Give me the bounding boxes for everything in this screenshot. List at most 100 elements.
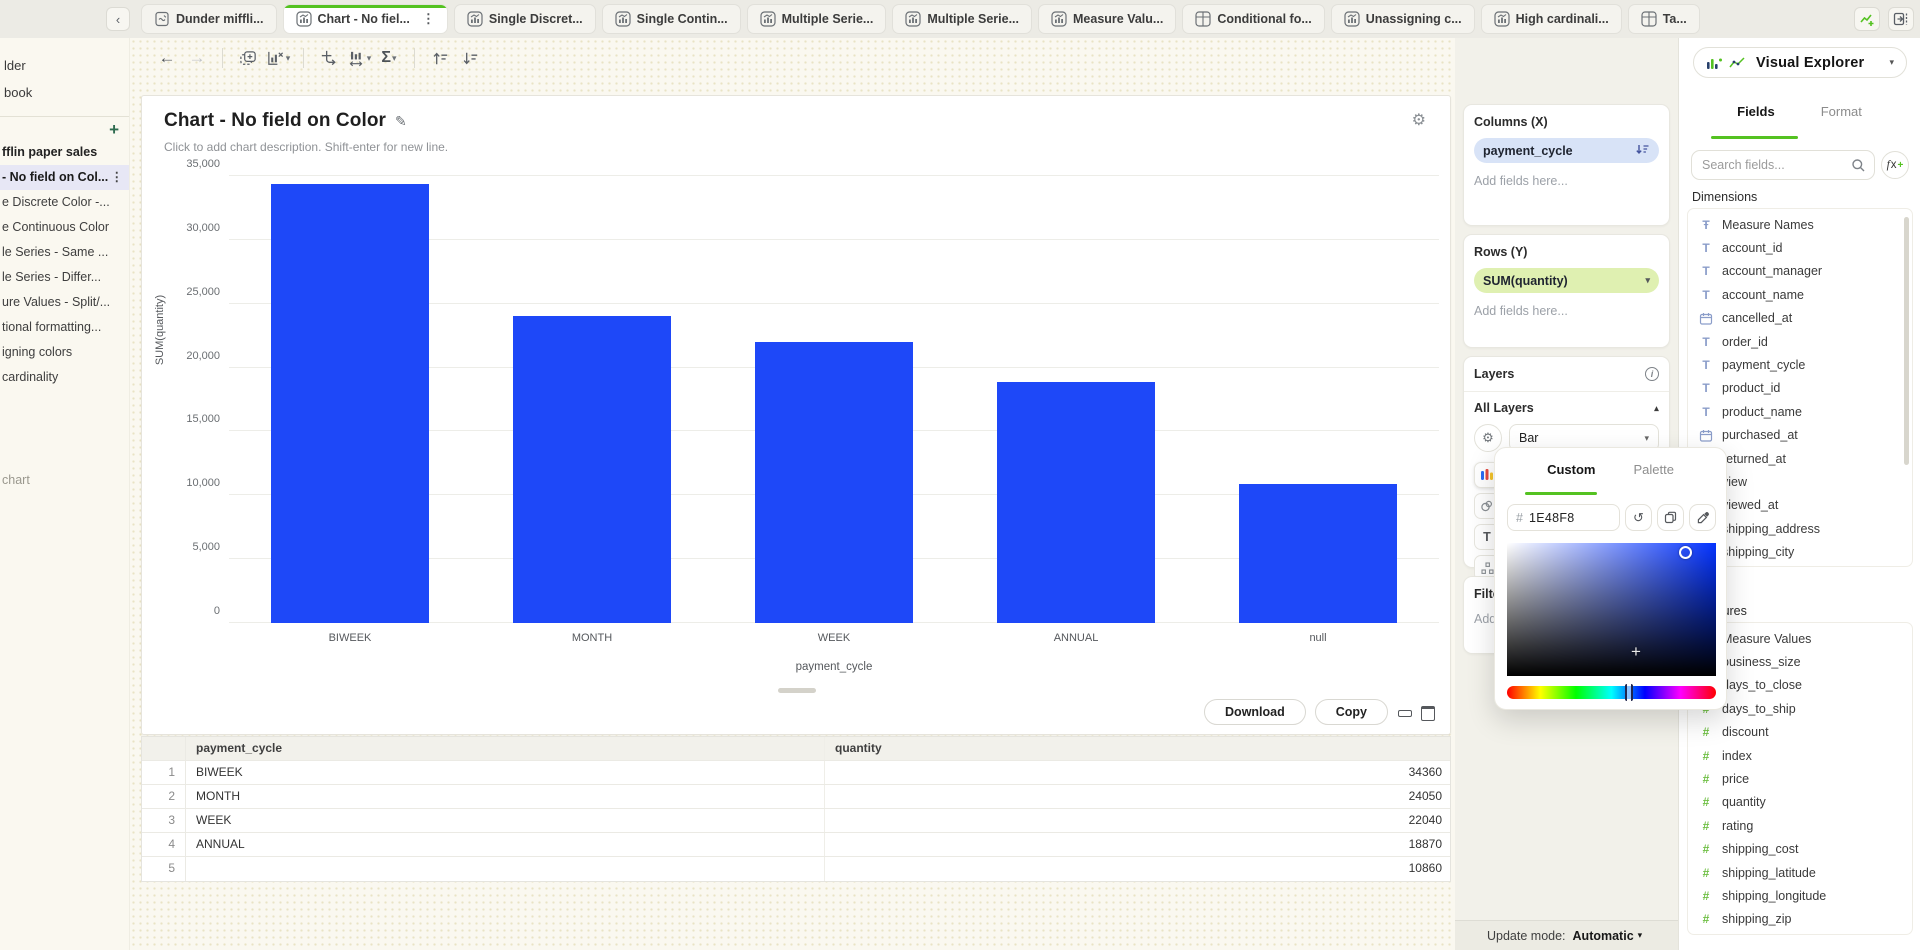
hue-slider-handle[interactable] xyxy=(1625,684,1633,701)
collapse-tabs-button[interactable]: ‹ xyxy=(106,7,130,31)
swap-axes-button[interactable] xyxy=(314,43,344,73)
workbook-tab[interactable]: Single Contin... xyxy=(602,4,741,34)
aggregation-button[interactable]: Σ▾ xyxy=(374,43,404,73)
field-item[interactable]: Torder_id xyxy=(1688,330,1912,353)
workbook-tab[interactable]: Conditional fo... xyxy=(1182,4,1324,34)
cell-payment-cycle[interactable]: ANNUAL xyxy=(186,833,824,856)
chart-horizontal-scrollbar[interactable] xyxy=(778,688,816,693)
back-button[interactable]: ← xyxy=(152,43,182,73)
sidebar-page-item[interactable]: igning colors xyxy=(0,340,129,365)
workbook-tab[interactable]: Unassigning c... xyxy=(1331,4,1475,34)
dropdown-caret-icon[interactable]: ▾ xyxy=(367,53,372,64)
collapse-layers-icon[interactable]: ▾ xyxy=(1654,403,1659,414)
rows-field-pill[interactable]: SUM(quantity) ▾ xyxy=(1474,268,1659,293)
table-row[interactable]: 1BIWEEK34360 xyxy=(142,761,1450,785)
sort-icon[interactable] xyxy=(1635,143,1650,159)
sidebar-page-item[interactable]: ure Values - Split/... xyxy=(0,290,129,315)
field-item[interactable]: #index xyxy=(1688,744,1912,767)
edit-title-icon[interactable]: ✎ xyxy=(395,113,407,130)
field-item[interactable]: #rating xyxy=(1688,814,1912,837)
sort-descending-button[interactable] xyxy=(455,43,485,73)
search-fields-input[interactable] xyxy=(1692,151,1874,179)
new-chart-button[interactable] xyxy=(1854,7,1880,31)
sidebar-page-item[interactable]: - No field on Col...⋮ xyxy=(0,165,129,190)
table-row[interactable]: 2MONTH24050 xyxy=(142,785,1450,809)
eyedropper-button[interactable] xyxy=(1689,504,1716,531)
sidebar-page-item[interactable]: tional formatting... xyxy=(0,315,129,340)
field-item[interactable]: #shipping_latitude xyxy=(1688,861,1912,884)
chart-description-placeholder[interactable]: Click to add chart description. Shift-en… xyxy=(164,140,448,154)
field-item[interactable]: Tpayment_cycle xyxy=(1688,353,1912,376)
color-picker-tab-custom[interactable]: Custom xyxy=(1547,462,1595,477)
minimize-icon[interactable] xyxy=(1397,706,1411,718)
workbook-tab[interactable]: Chart - No fiel...⋮ xyxy=(283,4,448,34)
tab-menu-icon[interactable]: ⋮ xyxy=(422,11,435,27)
workbook-tab[interactable]: Ta... xyxy=(1628,4,1700,34)
field-item[interactable]: Taccount_name xyxy=(1688,283,1912,306)
chart-card[interactable]: Chart - No field on Color ✎ Click to add… xyxy=(141,95,1451,735)
undo-color-button[interactable]: ↺ xyxy=(1625,504,1652,531)
field-item[interactable]: Tproduct_name xyxy=(1688,400,1912,423)
columns-add-placeholder[interactable]: Add fields here... xyxy=(1474,174,1659,188)
pill-caret-icon[interactable]: ▾ xyxy=(1645,275,1650,286)
columns-field-pill[interactable]: payment_cycle xyxy=(1474,138,1659,163)
cell-payment-cycle[interactable] xyxy=(186,857,824,881)
dimensions-scrollbar[interactable] xyxy=(1904,217,1909,465)
field-item[interactable]: Taccount_manager xyxy=(1688,260,1912,283)
cell-quantity[interactable]: 34360 xyxy=(824,761,1450,784)
toggle-panel-button[interactable] xyxy=(1888,7,1914,31)
dropdown-caret-icon[interactable]: ▾ xyxy=(392,53,397,64)
tab-fields[interactable]: Fields xyxy=(1737,104,1775,128)
copy-button[interactable]: Copy xyxy=(1315,699,1388,725)
workbook-tab[interactable]: Single Discret... xyxy=(454,4,596,34)
table-row[interactable]: 510860 xyxy=(142,857,1450,881)
column-header[interactable]: payment_cycle xyxy=(186,737,824,760)
field-item[interactable]: purchased_at xyxy=(1688,424,1912,447)
add-calculated-field-button[interactable]: fx+ xyxy=(1881,151,1909,179)
field-item[interactable]: #shipping_cost xyxy=(1688,838,1912,861)
cell-quantity[interactable]: 22040 xyxy=(824,809,1450,832)
field-item[interactable]: Taccount_id xyxy=(1688,236,1912,259)
field-item[interactable]: Tproduct_id xyxy=(1688,377,1912,400)
duplicate-element-button[interactable] xyxy=(233,43,263,73)
add-page-button[interactable]: + xyxy=(109,121,119,138)
workbook-tab[interactable]: Dunder miffli... xyxy=(141,4,277,34)
workbook-tab[interactable]: High cardinali... xyxy=(1481,4,1622,34)
dropdown-caret-icon[interactable]: ▾ xyxy=(286,53,291,64)
update-mode-value[interactable]: Automatic xyxy=(1573,929,1634,943)
tab-format[interactable]: Format xyxy=(1821,104,1862,128)
field-item[interactable]: cancelled_at xyxy=(1688,307,1912,330)
sidebar-page-item[interactable]: cardinality xyxy=(0,365,129,390)
chart-settings-gear-icon[interactable]: ⚙ xyxy=(1412,110,1426,130)
saturation-value-area[interactable]: + xyxy=(1507,543,1716,676)
hex-color-input[interactable]: # 1E48F8 xyxy=(1507,504,1620,531)
cell-payment-cycle[interactable]: WEEK xyxy=(186,809,824,832)
cell-payment-cycle[interactable]: MONTH xyxy=(186,785,824,808)
copy-color-button[interactable] xyxy=(1657,504,1684,531)
cell-quantity[interactable]: 18870 xyxy=(824,833,1450,856)
bar-width-button[interactable]: ▾ xyxy=(344,43,374,73)
layers-info-icon[interactable]: i xyxy=(1645,367,1659,381)
sidebar-link-builder[interactable]: lder xyxy=(2,52,123,79)
cell-payment-cycle[interactable]: BIWEEK xyxy=(186,761,824,784)
table-row[interactable]: 3WEEK22040 xyxy=(142,809,1450,833)
visual-explorer-selector[interactable]: Visual Explorer ▾ xyxy=(1693,47,1907,78)
maximize-icon[interactable] xyxy=(1420,706,1434,718)
field-item[interactable]: #shipping_longitude xyxy=(1688,884,1912,907)
color-selector-circle[interactable] xyxy=(1679,546,1692,559)
bar[interactable] xyxy=(513,316,671,623)
field-item[interactable]: #price xyxy=(1688,767,1912,790)
sidebar-item-chart[interactable]: chart xyxy=(2,473,30,487)
sidebar-page-item[interactable]: e Continuous Color xyxy=(0,215,129,240)
rows-add-placeholder[interactable]: Add fields here... xyxy=(1474,304,1659,318)
bar[interactable] xyxy=(755,342,913,623)
sort-ascending-button[interactable] xyxy=(425,43,455,73)
field-item[interactable]: #shipping_zip xyxy=(1688,908,1912,931)
cell-quantity[interactable]: 10860 xyxy=(824,857,1450,881)
hue-slider[interactable] xyxy=(1507,686,1716,699)
sidebar-page-item[interactable]: le Series - Same ... xyxy=(0,240,129,265)
field-item[interactable]: ŦMeasure Names xyxy=(1688,213,1912,236)
sidebar-page-item[interactable]: e Discrete Color -... xyxy=(0,190,129,215)
column-header[interactable]: quantity xyxy=(824,737,1450,760)
sidebar-item-menu-icon[interactable]: ⋮ xyxy=(111,165,124,190)
